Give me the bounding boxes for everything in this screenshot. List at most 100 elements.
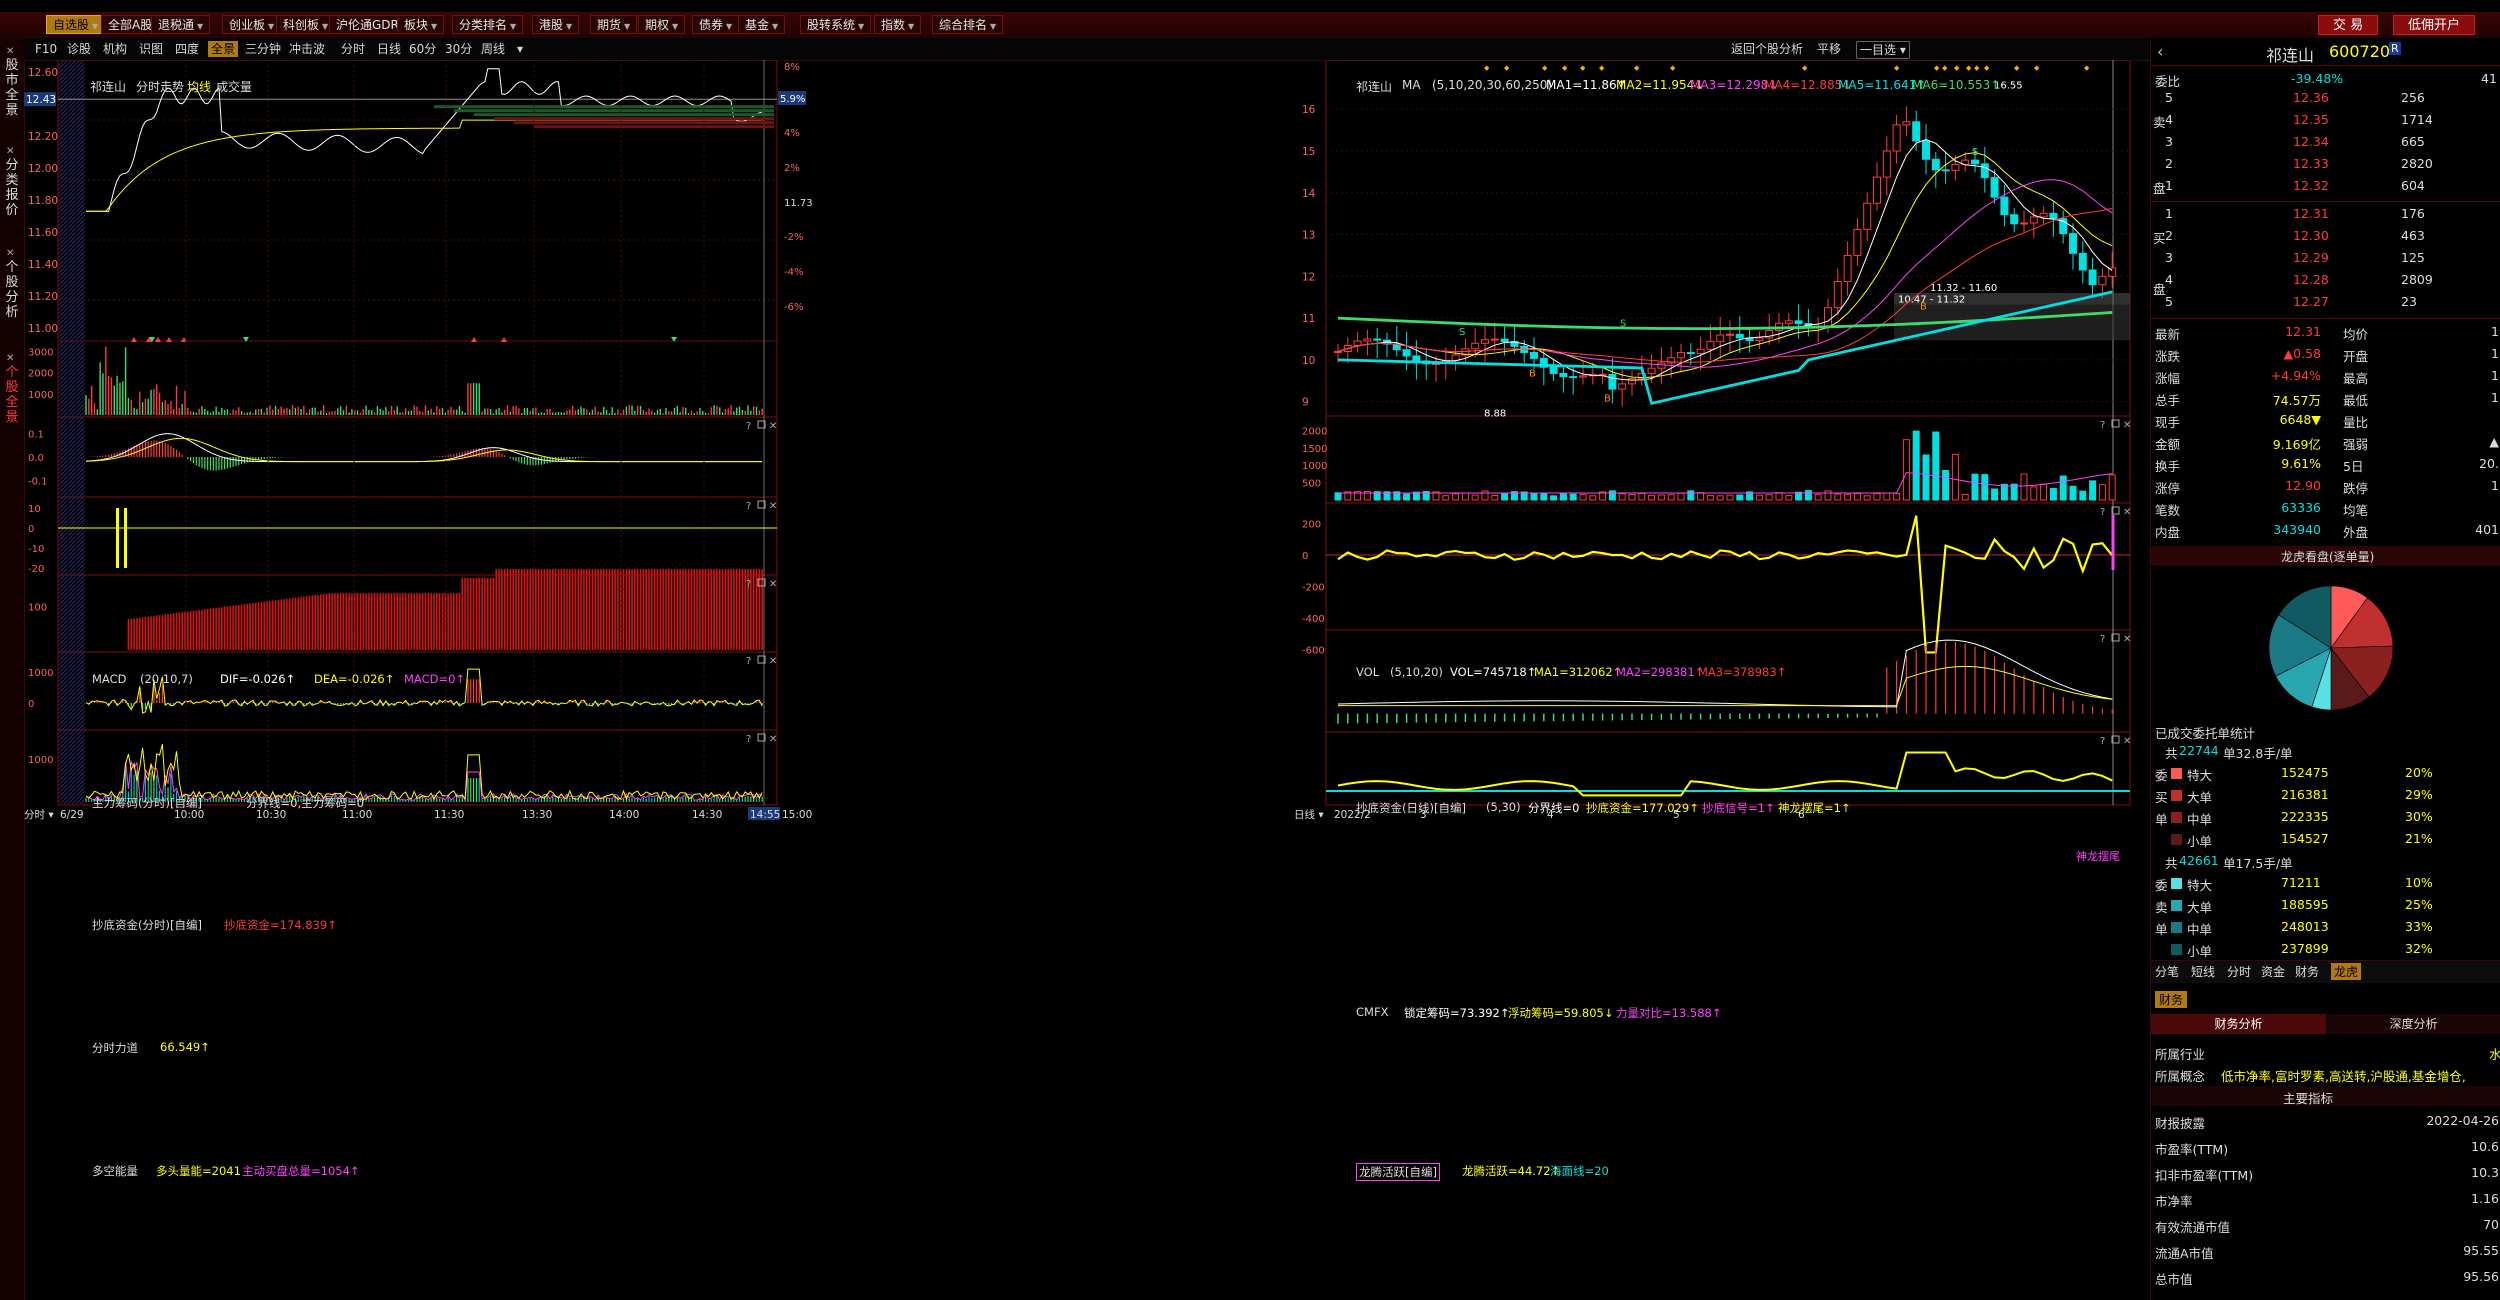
tab-3[interactable]: 识图 xyxy=(136,41,166,57)
period-tab-0[interactable]: 分时 xyxy=(338,41,368,57)
candle-body xyxy=(1500,338,1509,343)
trade-button[interactable]: 交 易 xyxy=(2318,15,2379,35)
diamond-signal: ◆ xyxy=(1954,64,1960,72)
chevron-down-icon: ▼ xyxy=(268,22,275,31)
chevron-down-icon: ▼ xyxy=(672,22,679,31)
menu-item-7[interactable]: 分类排名 ▼ xyxy=(452,15,524,34)
candle-body xyxy=(1794,320,1803,325)
summary-count: 22744 xyxy=(2179,743,2219,758)
menu-item-9[interactable]: 期货 ▼ xyxy=(590,15,638,34)
daily-volume-bar xyxy=(1902,439,1910,501)
cdzj-intraday-name[interactable]: 抄底资金(分时)[自编] xyxy=(92,917,202,933)
dknl-name[interactable]: 多空能量 xyxy=(92,1163,138,1179)
close-icon[interactable]: ✕ xyxy=(6,146,14,157)
finance-analysis-tab[interactable]: 财务分析 xyxy=(2151,1014,2326,1034)
vol-name[interactable]: VOL xyxy=(1356,665,1379,679)
ask-volume: 1714 xyxy=(2401,112,2433,127)
menu-item-3[interactable]: 创业板 ▼ xyxy=(222,15,282,34)
quote-label-2: 最高 xyxy=(2343,371,2369,386)
sidebar-item-2[interactable]: 个股分析 xyxy=(2,260,22,320)
cmfx-power: 力量对比=13.588↑ xyxy=(1616,1006,1722,1020)
deep-analysis-tab[interactable]: 深度分析 xyxy=(2326,1014,2500,1034)
close-icon[interactable]: ✕ xyxy=(6,46,14,57)
daily-volume-bar xyxy=(1697,492,1705,501)
row-side: 单 xyxy=(2155,922,2168,937)
tabbar-right-2[interactable]: 一目选 ▾ xyxy=(1856,41,1910,59)
bottom-tab-3[interactable]: 资金 xyxy=(2261,963,2285,980)
daily-ma-name[interactable]: MA xyxy=(1402,78,1421,92)
daily-panel-frame-cm xyxy=(1325,629,2131,733)
daily-cdzj-tick: -200 xyxy=(1302,582,1325,593)
candle-body xyxy=(2010,214,2019,225)
menu-item-15[interactable]: 综合排名 ▼ xyxy=(932,15,1004,34)
weibi-right-value: 41 xyxy=(2481,71,2497,86)
macd-name[interactable]: MACD xyxy=(92,672,126,686)
menu-item-2[interactable]: 退税通 ▼ xyxy=(151,15,211,34)
menu-item-6[interactable]: 板块 ▼ xyxy=(397,15,445,34)
cdzj-daily-name[interactable]: 抄底资金(日线)[自编] xyxy=(1356,800,1466,816)
concept-value: 低市净率,富时罗素,高送转,沪股通,基金增仓, xyxy=(2221,1069,2466,1084)
sidebar-item-3[interactable]: 个股全景 xyxy=(2,365,22,425)
tab-7[interactable]: 冲击波 xyxy=(286,41,328,57)
menu-item-13[interactable]: 股转系统 ▼ xyxy=(800,15,872,34)
bottom-tab-5[interactable]: 龙虎 xyxy=(2331,963,2362,980)
price-tick: 11.40 xyxy=(28,259,58,271)
open-account-button[interactable]: 低佣开户 xyxy=(2393,15,2476,35)
intraday-panel[interactable]: 12.60 12.43 12.20 12.00 11.80 11.60 11.40 11.20… xyxy=(24,60,1294,1300)
daily-panel[interactable]: 16 15 14 13 12 11 10 9 11.32 - 11.60 10.47 - 11.3… xyxy=(1294,60,2150,1300)
menu-item-10[interactable]: 期权 ▼ xyxy=(638,15,686,34)
tabbar-right-1[interactable]: 平移 xyxy=(1814,41,1844,57)
chevron-down-icon[interactable]: ▾ xyxy=(514,41,526,57)
quote-label: 内盘 xyxy=(2155,525,2181,540)
daily-volume-bar xyxy=(1716,495,1724,501)
candle-body xyxy=(1922,140,1930,160)
zlcm-name[interactable]: 主力筹码(分时)[自编] xyxy=(92,795,202,811)
period-tab-3[interactable]: 30分 xyxy=(442,41,475,57)
daily-volume-bar xyxy=(1657,494,1665,501)
period-tab-4[interactable]: 周线 xyxy=(478,41,508,57)
daily-chart-svg[interactable]: 16 15 14 13 12 11 10 9 11.32 - 11.6010.47 - 11.3… xyxy=(1294,60,2150,1300)
period-tab-2[interactable]: 60分 xyxy=(406,41,439,57)
menu-item-0[interactable]: 自选股 ▼ xyxy=(46,15,106,34)
menu-item-label: 债券 xyxy=(699,18,724,32)
legend-swatch xyxy=(2171,922,2182,933)
lths-name[interactable]: 龙腾活跃[自编] xyxy=(1356,1163,1440,1181)
tab-5[interactable]: 全景 xyxy=(208,41,239,57)
bottom-tab-1[interactable]: 短线 xyxy=(2191,963,2215,980)
period-tab-1[interactable]: 日线 xyxy=(374,41,404,57)
tab-1[interactable]: 诊股 xyxy=(64,41,94,57)
sidebar-item-0[interactable]: 股市全景 xyxy=(2,58,22,118)
menu-item-12[interactable]: 基金 ▼ xyxy=(738,15,786,34)
close-icon[interactable]: ✕ xyxy=(6,353,14,364)
finance-tab[interactable]: 财务 xyxy=(2155,991,2188,1008)
row-volume: 154527 xyxy=(2281,831,2329,846)
diamond-signal: ◆ xyxy=(2084,64,2090,72)
candle-body xyxy=(2078,252,2087,271)
menu-item-11[interactable]: 债券 ▼ xyxy=(692,15,740,34)
sidebar-item-1[interactable]: 分类报价 xyxy=(2,158,22,218)
daily-cdzj-tick: 200 xyxy=(1302,520,1321,531)
back-arrow-icon[interactable]: ‹ xyxy=(2157,42,2163,61)
bottom-tab-2[interactable]: 分时 xyxy=(2227,963,2251,980)
menu-item-4[interactable]: 科创板 ▼ xyxy=(276,15,336,34)
intraday-chart-svg[interactable]: 12.60 12.43 12.20 12.00 11.80 11.60 11.40 11.20… xyxy=(24,60,1294,1300)
close-icon: ✕ xyxy=(2123,736,2131,747)
bottom-tab-4[interactable]: 财务 xyxy=(2295,963,2319,980)
menu-item-14[interactable]: 指数 ▼ xyxy=(874,15,922,34)
tab-6[interactable]: 三分钟 xyxy=(242,41,284,57)
cmfx-name[interactable]: CMFX xyxy=(1356,1005,1388,1019)
tab-0[interactable]: F10 xyxy=(32,41,60,57)
close-icon[interactable]: ✕ xyxy=(6,248,14,259)
zlcm-tick: -20 xyxy=(28,564,44,575)
daily-volume-bar xyxy=(1765,494,1773,501)
fsld-name[interactable]: 分时力道 xyxy=(92,1040,138,1056)
menu-item-label: 沪伦通GDR xyxy=(336,18,399,32)
bottom-tab-0[interactable]: 分笔 xyxy=(2155,963,2179,980)
quote-value: +4.94% xyxy=(2270,368,2321,383)
tabbar-right-0[interactable]: 返回个股分析 xyxy=(1728,41,1806,57)
tab-4[interactable]: 四度 xyxy=(172,41,202,57)
tab-2[interactable]: 机构 xyxy=(100,41,130,57)
quote-panel: ‹ 祁连山 600720 R 委比 -39.48% 41 5 12.36 256 4 12.35 171… xyxy=(2150,38,2500,1300)
lths-sea: 海面线=20 xyxy=(1550,1164,1609,1178)
menu-item-8[interactable]: 港股 ▼ xyxy=(532,15,580,34)
